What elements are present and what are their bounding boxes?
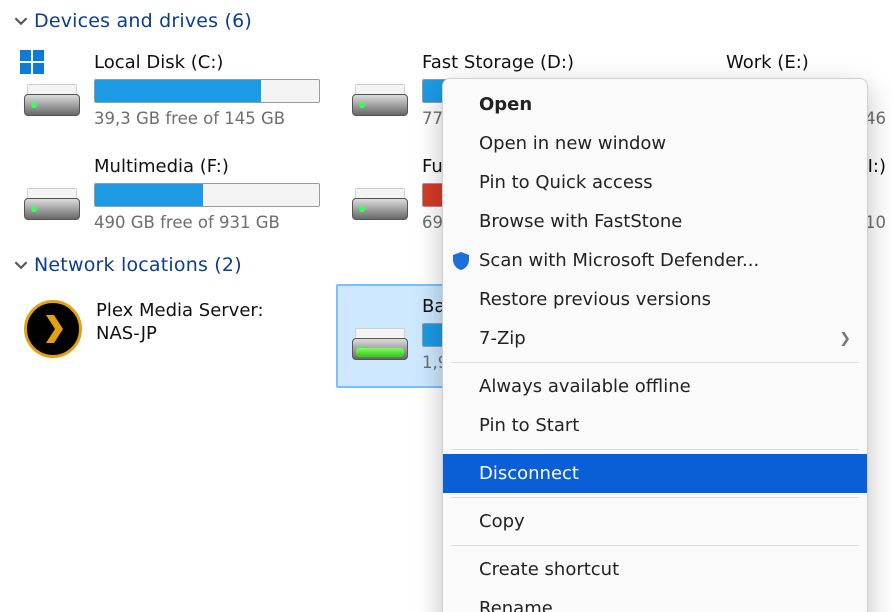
drive-icon	[24, 76, 80, 116]
drive-name: Work (E:)	[726, 52, 886, 73]
drive-icon	[352, 180, 408, 220]
drive-icon	[352, 76, 408, 116]
network-host: NAS-JP	[96, 323, 320, 344]
drive-item-c[interactable]: Local Disk (C:) 39,3 GB free of 145 GB	[8, 40, 328, 144]
menu-copy[interactable]: Copy	[443, 502, 867, 541]
section-header-devices[interactable]: Devices and drives (6)	[0, 6, 892, 36]
section-title: Network locations (2)	[34, 254, 242, 276]
plex-icon	[24, 300, 82, 358]
menu-always-offline[interactable]: Always available offline	[443, 367, 867, 406]
menu-pin-start[interactable]: Pin to Start	[443, 406, 867, 445]
menu-restore-versions[interactable]: Restore previous versions	[443, 280, 867, 319]
menu-open[interactable]: Open	[443, 85, 867, 124]
context-menu: Open Open in new window Pin to Quick acc…	[442, 78, 868, 612]
menu-7zip[interactable]: 7-Zip ❯	[443, 319, 867, 358]
menu-browse-faststone[interactable]: Browse with FastStone	[443, 202, 867, 241]
chevron-down-icon	[14, 258, 28, 272]
chevron-right-icon: ❯	[839, 328, 851, 349]
drive-name: Multimedia (F:)	[94, 156, 320, 177]
menu-create-shortcut[interactable]: Create shortcut	[443, 550, 867, 589]
section-title: Devices and drives (6)	[34, 10, 252, 32]
menu-label: 7-Zip	[479, 328, 526, 349]
drive-free-text: 39,3 GB free of 145 GB	[94, 109, 320, 128]
drive-name: Fast Storage (D:)	[422, 52, 648, 73]
network-drive-icon	[352, 320, 408, 360]
drive-item-f[interactable]: Multimedia (F:) 490 GB free of 931 GB	[8, 144, 328, 248]
storage-bar	[94, 183, 320, 207]
storage-bar	[94, 79, 320, 103]
menu-separator	[451, 545, 859, 546]
menu-separator	[451, 362, 859, 363]
menu-separator	[451, 497, 859, 498]
menu-label: Scan with Microsoft Defender...	[479, 250, 759, 271]
menu-separator	[451, 449, 859, 450]
chevron-down-icon	[14, 14, 28, 28]
menu-open-new-window[interactable]: Open in new window	[443, 124, 867, 163]
windows-icon	[20, 50, 44, 74]
drive-name: Local Disk (C:)	[94, 52, 320, 73]
menu-disconnect[interactable]: Disconnect	[443, 454, 867, 493]
menu-pin-quick-access[interactable]: Pin to Quick access	[443, 163, 867, 202]
drive-icon	[24, 180, 80, 220]
network-item-plex[interactable]: Plex Media Server: NAS-JP	[8, 284, 328, 388]
shield-icon	[451, 251, 471, 271]
menu-rename[interactable]: Rename	[443, 589, 867, 612]
network-name: Plex Media Server:	[96, 300, 320, 321]
menu-scan-defender[interactable]: Scan with Microsoft Defender...	[443, 241, 867, 280]
drive-free-text: 490 GB free of 931 GB	[94, 213, 320, 232]
